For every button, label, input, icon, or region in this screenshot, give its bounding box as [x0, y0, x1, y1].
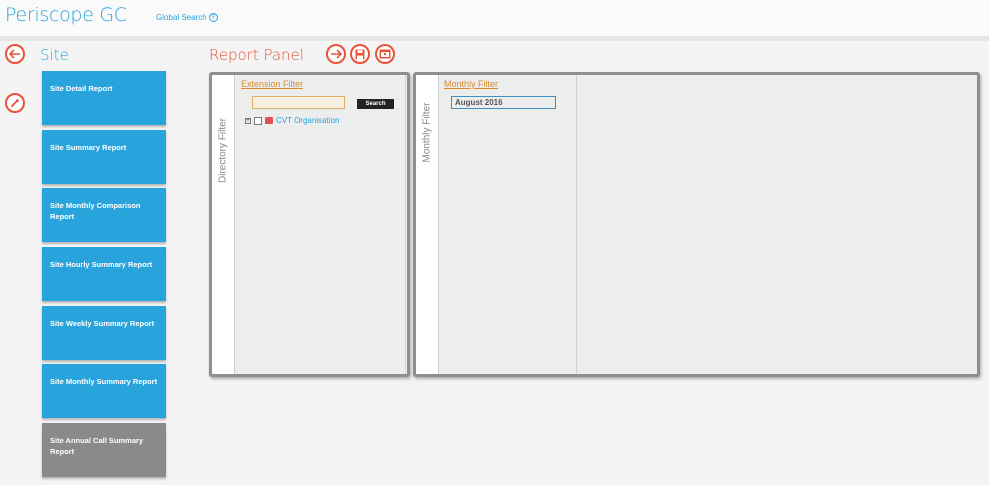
edit-button[interactable]	[5, 93, 25, 113]
report-item-site-monthly-comparison[interactable]: Site Monthly Comparison Report	[42, 188, 166, 243]
report-item-site-detail[interactable]: Site Detail Report	[42, 71, 166, 125]
report-item-site-summary[interactable]: Site Summary Report	[42, 129, 166, 184]
schedule-report-button[interactable]	[375, 44, 395, 64]
extension-filter-title[interactable]: Extension Filter	[241, 79, 303, 89]
monthly-filter-panel: Monthly Filter Monthly Filter August 201…	[413, 72, 980, 377]
panel-divider	[405, 75, 406, 374]
run-arrow-icon	[331, 49, 342, 59]
top-bar: Periscope GC Global Search ⚲	[0, 0, 989, 36]
header-divider	[0, 36, 989, 41]
search-icon: ⚲	[208, 13, 218, 22]
schedule-icon	[379, 49, 391, 59]
site-heading: Site	[40, 46, 69, 64]
panel-divider	[576, 75, 577, 374]
organisation-icon	[265, 117, 273, 124]
tree-root-row: + CVT Organisation	[245, 116, 339, 125]
expand-icon[interactable]: +	[245, 117, 251, 124]
report-item-site-hourly-summary[interactable]: Site Hourly Summary Report	[42, 247, 166, 302]
back-button[interactable]	[5, 44, 25, 64]
report-item-site-weekly-summary[interactable]: Site Weekly Summary Report	[42, 305, 166, 360]
global-search-link[interactable]: Global Search ⚲	[156, 13, 218, 22]
extension-search-input[interactable]	[252, 96, 345, 109]
tree-root-checkbox[interactable]	[254, 116, 262, 125]
back-arrow-icon	[9, 49, 20, 59]
extension-search-button[interactable]: Search	[357, 99, 394, 109]
report-item-site-annual-call-summary[interactable]: Site Annual Call Summary Report	[42, 423, 166, 478]
monthly-filter-title[interactable]: Monthly Filter	[444, 79, 498, 89]
directory-filter-tab[interactable]: Directory Filter	[212, 75, 235, 374]
save-icon	[355, 49, 365, 59]
save-report-button[interactable]	[350, 44, 370, 64]
report-item-site-monthly-summary[interactable]: Site Monthly Summary Report	[42, 364, 166, 419]
month-select[interactable]: August 2016	[451, 96, 556, 109]
tree-root-label[interactable]: CVT Organisation	[276, 116, 339, 125]
app-title: Periscope GC	[5, 4, 127, 26]
monthly-filter-tab-label: Monthly Filter	[421, 102, 433, 163]
monthly-filter-tab[interactable]: Monthly Filter	[416, 75, 439, 374]
directory-filter-panel: Directory Filter Extension Filter Search…	[209, 72, 410, 377]
directory-filter-tab-label: Directory Filter	[217, 118, 229, 184]
run-report-button[interactable]	[326, 44, 346, 64]
report-list: Site Detail Report Site Summary Report S…	[42, 71, 166, 482]
pencil-icon	[11, 98, 20, 108]
report-panel-heading: Report Panel	[209, 46, 304, 64]
global-search-label: Global Search	[156, 13, 207, 22]
